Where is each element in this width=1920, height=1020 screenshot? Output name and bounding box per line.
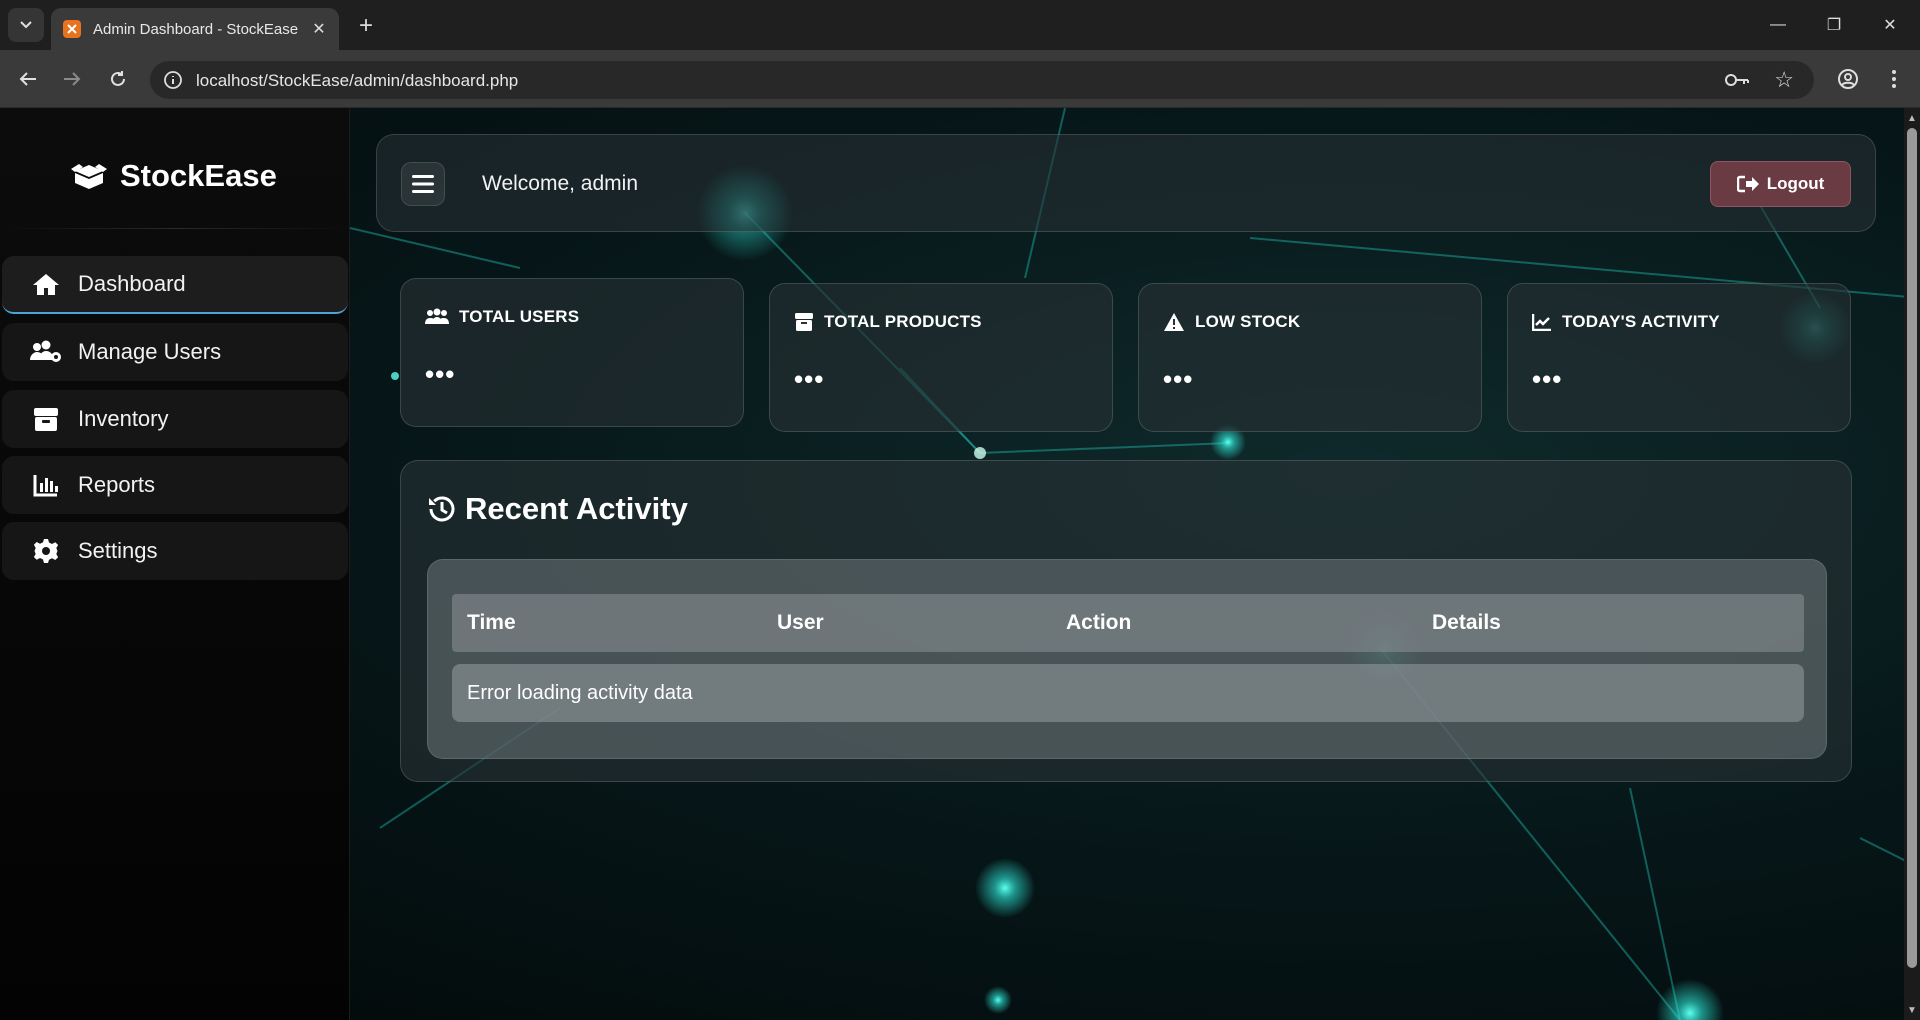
column-header-time: Time	[467, 611, 516, 634]
hamburger-icon	[412, 175, 434, 193]
minimize-button[interactable]: —	[1758, 10, 1798, 40]
xampp-favicon-icon	[63, 20, 81, 38]
stat-card-total-users: TOTAL USERS •••	[400, 278, 744, 427]
card-value: •••	[1163, 364, 1194, 394]
sidebar-item-dashboard[interactable]: Dashboard	[2, 256, 348, 314]
column-header-details: Details	[1432, 611, 1501, 634]
card-value: •••	[1532, 364, 1563, 394]
restore-button[interactable]: ❐	[1814, 10, 1854, 40]
line-chart-icon	[1532, 314, 1551, 331]
sidebar-item-manage-users[interactable]: Manage Users	[2, 323, 348, 381]
error-message: Error loading activity data	[467, 682, 693, 704]
column-header-action: Action	[1066, 611, 1132, 634]
logout-button[interactable]: Logout	[1710, 161, 1851, 207]
browser-tab[interactable]: Admin Dashboard - StockEase ✕	[51, 8, 339, 50]
card-value: •••	[425, 359, 456, 389]
forward-button[interactable]	[56, 63, 88, 95]
brand-name: StockEase	[120, 158, 277, 193]
gear-icon	[30, 537, 62, 565]
home-icon	[30, 270, 62, 298]
stat-card-total-products: TOTAL PRODUCTS •••	[769, 283, 1113, 432]
arrow-left-icon	[19, 72, 36, 86]
browser-tab-bar: Admin Dashboard - StockEase ✕ + — ❐ ✕	[0, 0, 1920, 50]
sign-out-icon	[1736, 175, 1759, 193]
new-tab-button[interactable]: +	[352, 12, 380, 40]
users-gear-icon	[30, 338, 62, 366]
back-button[interactable]	[12, 63, 44, 95]
card-value: •••	[794, 364, 825, 394]
page-scrollbar[interactable]: ▲ ▼	[1904, 108, 1920, 1020]
card-title: LOW STOCK	[1195, 312, 1301, 331]
activity-table: Time User Action Details Error loading a…	[427, 559, 1827, 759]
recent-activity-panel: Recent Activity Time User Action Details…	[400, 460, 1852, 782]
sidebar-item-settings[interactable]: Settings	[2, 522, 348, 580]
url-text: localhost/StockEase/admin/dashboard.php	[196, 71, 519, 90]
card-title: TODAY'S ACTIVITY	[1562, 312, 1720, 331]
stat-card-low-stock: LOW STOCK •••	[1138, 283, 1482, 432]
table-header-row: Time User Action Details	[452, 594, 1804, 652]
history-icon	[429, 496, 455, 522]
reload-icon	[111, 71, 125, 86]
logout-label: Logout	[1766, 174, 1825, 193]
scroll-down-icon[interactable]: ▼	[1904, 1002, 1920, 1018]
sidebar-item-label: Inventory	[78, 406, 169, 431]
menu-toggle-button[interactable]	[401, 162, 445, 206]
card-title: TOTAL PRODUCTS	[824, 312, 982, 331]
profile-button[interactable]	[1832, 63, 1864, 95]
column-header-user: User	[777, 611, 824, 634]
reload-button[interactable]	[102, 63, 134, 95]
browser-menu-button[interactable]	[1878, 63, 1910, 95]
box-icon	[795, 313, 813, 331]
brand-divider	[0, 228, 350, 229]
users-icon	[425, 308, 449, 324]
table-row: Error loading activity data	[452, 664, 1804, 722]
close-window-button[interactable]: ✕	[1870, 10, 1910, 40]
page-viewport: StockEase Dashboard Manage Users Invento…	[0, 108, 1920, 1020]
browser-toolbar: localhost/StockEase/admin/dashboard.php …	[0, 50, 1920, 108]
sidebar-item-reports[interactable]: Reports	[2, 456, 348, 514]
sidebar: StockEase Dashboard Manage Users Invento…	[0, 108, 350, 1020]
sidebar-item-label: Settings	[78, 538, 158, 563]
bookmark-star-icon[interactable]: ☆	[1774, 67, 1794, 93]
address-bar[interactable]: localhost/StockEase/admin/dashboard.php …	[150, 61, 1814, 99]
profile-icon	[1838, 69, 1858, 89]
sidebar-item-inventory[interactable]: Inventory	[2, 390, 348, 448]
chart-bar-icon	[30, 471, 62, 499]
chevron-down-icon	[20, 21, 32, 29]
sidebar-item-label: Reports	[78, 472, 156, 497]
stat-card-todays-activity: TODAY'S ACTIVITY •••	[1507, 283, 1851, 432]
sidebar-item-label: Manage Users	[78, 339, 222, 364]
tab-close-icon[interactable]: ✕	[307, 17, 331, 41]
box-open-icon	[71, 164, 107, 189]
welcome-text: Welcome, admin	[482, 172, 639, 195]
section-title: Recent Activity	[465, 491, 688, 526]
arrow-right-icon	[64, 72, 81, 86]
password-key-icon[interactable]	[1724, 68, 1750, 92]
card-title: TOTAL USERS	[459, 307, 580, 326]
sidebar-item-label: Dashboard	[78, 271, 186, 296]
warning-icon	[1164, 313, 1184, 331]
tab-search-button[interactable]	[8, 8, 44, 42]
scroll-up-icon[interactable]: ▲	[1904, 110, 1920, 126]
box-icon	[30, 405, 62, 433]
info-icon[interactable]	[162, 69, 184, 91]
brand-logo[interactable]: StockEase	[70, 158, 277, 194]
scrollbar-thumb[interactable]	[1907, 128, 1917, 968]
more-vertical-icon	[1892, 70, 1896, 88]
tab-title: Admin Dashboard - StockEase	[93, 20, 299, 38]
top-bar: Welcome, admin Logout	[376, 134, 1876, 232]
